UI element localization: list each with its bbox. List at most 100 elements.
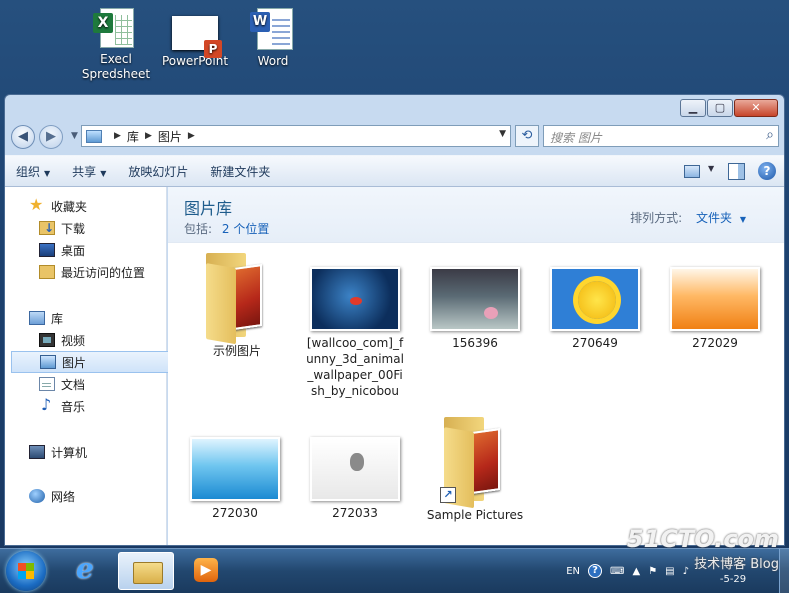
organize-menu-button[interactable]: 组织 ▼ [5, 163, 61, 180]
file-item-label: unny_3d_animal [306, 352, 404, 366]
search-placeholder: 搜索 图片 [550, 131, 602, 145]
search-input[interactable]: 搜索 图片 ⌕ [543, 125, 779, 147]
help-icon[interactable]: ? [758, 162, 776, 180]
start-button[interactable] [6, 551, 46, 591]
sidebar-item-label: 图片 [62, 355, 87, 370]
file-item-fish-wallpaper[interactable]: [wallcoo_com]_f unny_3d_animal _wallpape… [300, 267, 410, 399]
chevron-down-icon: ▼ [44, 168, 51, 178]
maximize-button[interactable]: ▢ [707, 99, 733, 117]
language-indicator[interactable]: EN [566, 566, 580, 577]
file-list-pane: 图片库 包括: 2 个位置 排列方式: 文件夹 ▼ 示例图片 [wallcoo_… [168, 187, 784, 545]
sidebar-item-label: 视频 [61, 333, 86, 348]
file-item-label: 示例图片 [212, 344, 261, 358]
desktop-icon-excel[interactable]: Execl Spredsheet [78, 8, 154, 82]
image-thumbnail [310, 437, 400, 501]
file-item-270649[interactable]: 270649 [540, 267, 650, 351]
back-button[interactable]: ◀ [11, 125, 35, 149]
word-icon [250, 8, 293, 50]
videos-icon [39, 333, 55, 347]
desktop-icon-word[interactable]: Word [235, 8, 311, 69]
share-menu-button[interactable]: 共享 ▼ [61, 163, 117, 180]
file-item-label: [wallcoo_com]_f [306, 336, 404, 350]
organize-label: 组织 [16, 164, 41, 179]
taskbar-internet-explorer[interactable] [60, 552, 116, 590]
shortcut-arrow-icon: ↗ [440, 487, 456, 503]
help-icon[interactable]: ? [588, 564, 603, 578]
sidebar-item-label: 最近访问的位置 [61, 265, 146, 280]
file-item-label: sh_by_nicobou [310, 384, 400, 398]
computer-icon [29, 445, 45, 459]
documents-icon [39, 377, 55, 391]
desktop-icon [39, 243, 55, 257]
share-label: 共享 [72, 164, 97, 179]
recent-pages-dropdown[interactable]: ▼ [71, 131, 78, 141]
file-item-label: 270649 [572, 336, 618, 350]
close-button[interactable]: ✕ [734, 99, 778, 117]
arrange-dropdown[interactable]: 文件夹 [696, 211, 732, 225]
maximize-icon: ▢ [714, 101, 726, 114]
library-title: 图片库 [184, 199, 233, 218]
includes-label: 包括: [184, 222, 213, 236]
locations-link[interactable]: 2 个位置 [222, 222, 269, 236]
sidebar-item-label: 音乐 [61, 399, 86, 414]
file-item-label: _wallpaper_00Fi [307, 368, 403, 382]
sidebar-item-label: 网络 [51, 489, 76, 504]
breadcrumb-separator-icon[interactable]: ▶ [114, 131, 121, 141]
sidebar-item-label: 桌面 [61, 243, 86, 258]
pictures-library-icon [86, 129, 102, 143]
arrange-by: 排列方式: 文件夹 ▼ [630, 209, 746, 226]
file-item-156396[interactable]: 156396 [420, 267, 530, 351]
folder-icon [202, 253, 272, 345]
sidebar-item-pictures[interactable]: 图片 [11, 351, 171, 373]
file-item-label: Sample Pictures [426, 508, 524, 522]
file-item-272030[interactable]: 272030 [180, 437, 290, 521]
refresh-button[interactable]: ⟲ [515, 125, 539, 147]
close-icon: ✕ [751, 101, 761, 114]
show-desktop-button[interactable] [779, 549, 789, 593]
library-header: 图片库 包括: 2 个位置 排列方式: 文件夹 ▼ [168, 187, 784, 243]
sidebar-item-libraries[interactable]: 库 [29, 307, 189, 329]
file-item-sample-pictures[interactable]: ↗ Sample Pictures [420, 417, 530, 523]
desktop-icon-powerpoint[interactable]: PowerPoint [157, 8, 233, 69]
preview-pane-icon[interactable] [726, 162, 748, 180]
change-view-icon[interactable] [682, 162, 714, 180]
arrange-label: 排列方式: [630, 211, 683, 225]
slideshow-button[interactable]: 放映幻灯片 [117, 163, 199, 180]
sidebar-item-computer[interactable]: 计算机 [29, 441, 189, 463]
address-bar[interactable]: ▶ 库 ▶ 图片 ▶ ▼ [81, 125, 511, 147]
breadcrumb-libraries[interactable]: 库 [127, 128, 139, 145]
sidebar-item-label: 计算机 [51, 445, 88, 460]
image-thumbnail [550, 267, 640, 331]
input-settings-icon[interactable]: ⌨ [610, 566, 624, 577]
pictures-icon [40, 355, 56, 369]
sidebar-item-label: 库 [51, 311, 64, 326]
taskbar-windows-explorer[interactable] [118, 552, 174, 590]
watermark: 51CTO.com 技术博客 Blog [627, 526, 779, 578]
image-thumbnail [430, 267, 520, 331]
address-dropdown-icon[interactable]: ▼ [499, 129, 506, 139]
file-item-label: 272029 [692, 336, 738, 350]
sidebar-item-favorites[interactable]: 收藏夹 [29, 195, 189, 217]
file-item-sample-folder[interactable]: 示例图片 [182, 253, 292, 359]
desktop-icon-label: Word [257, 54, 289, 68]
breadcrumb-separator-icon[interactable]: ▶ [145, 131, 152, 141]
star-icon [29, 195, 45, 214]
new-folder-button[interactable]: 新建文件夹 [199, 163, 281, 180]
sidebar-item-label: 文档 [61, 377, 86, 392]
forward-button[interactable]: ▶ [39, 125, 63, 149]
music-icon [39, 395, 55, 414]
file-item-272033[interactable]: 272033 [300, 437, 410, 521]
file-item-272029[interactable]: 272029 [660, 267, 770, 351]
library-includes: 包括: 2 个位置 [184, 220, 269, 237]
file-item-label: 156396 [452, 336, 498, 350]
watermark-blog: 技术博客 Blog [694, 557, 779, 572]
chevron-down-icon[interactable]: ▼ [740, 215, 746, 224]
sidebar-item-network[interactable]: 网络 [29, 485, 189, 507]
command-bar: 组织▼ 共享▼ 放映幻灯片 新建文件夹 ? [5, 155, 784, 187]
minimize-button[interactable]: ▁ [680, 99, 706, 117]
breadcrumb-separator-icon[interactable]: ▶ [188, 131, 195, 141]
excel-icon [93, 8, 134, 48]
taskbar-media-player[interactable] [178, 552, 234, 590]
breadcrumb-pictures[interactable]: 图片 [158, 128, 182, 145]
chevron-down-icon: ▼ [100, 168, 107, 178]
